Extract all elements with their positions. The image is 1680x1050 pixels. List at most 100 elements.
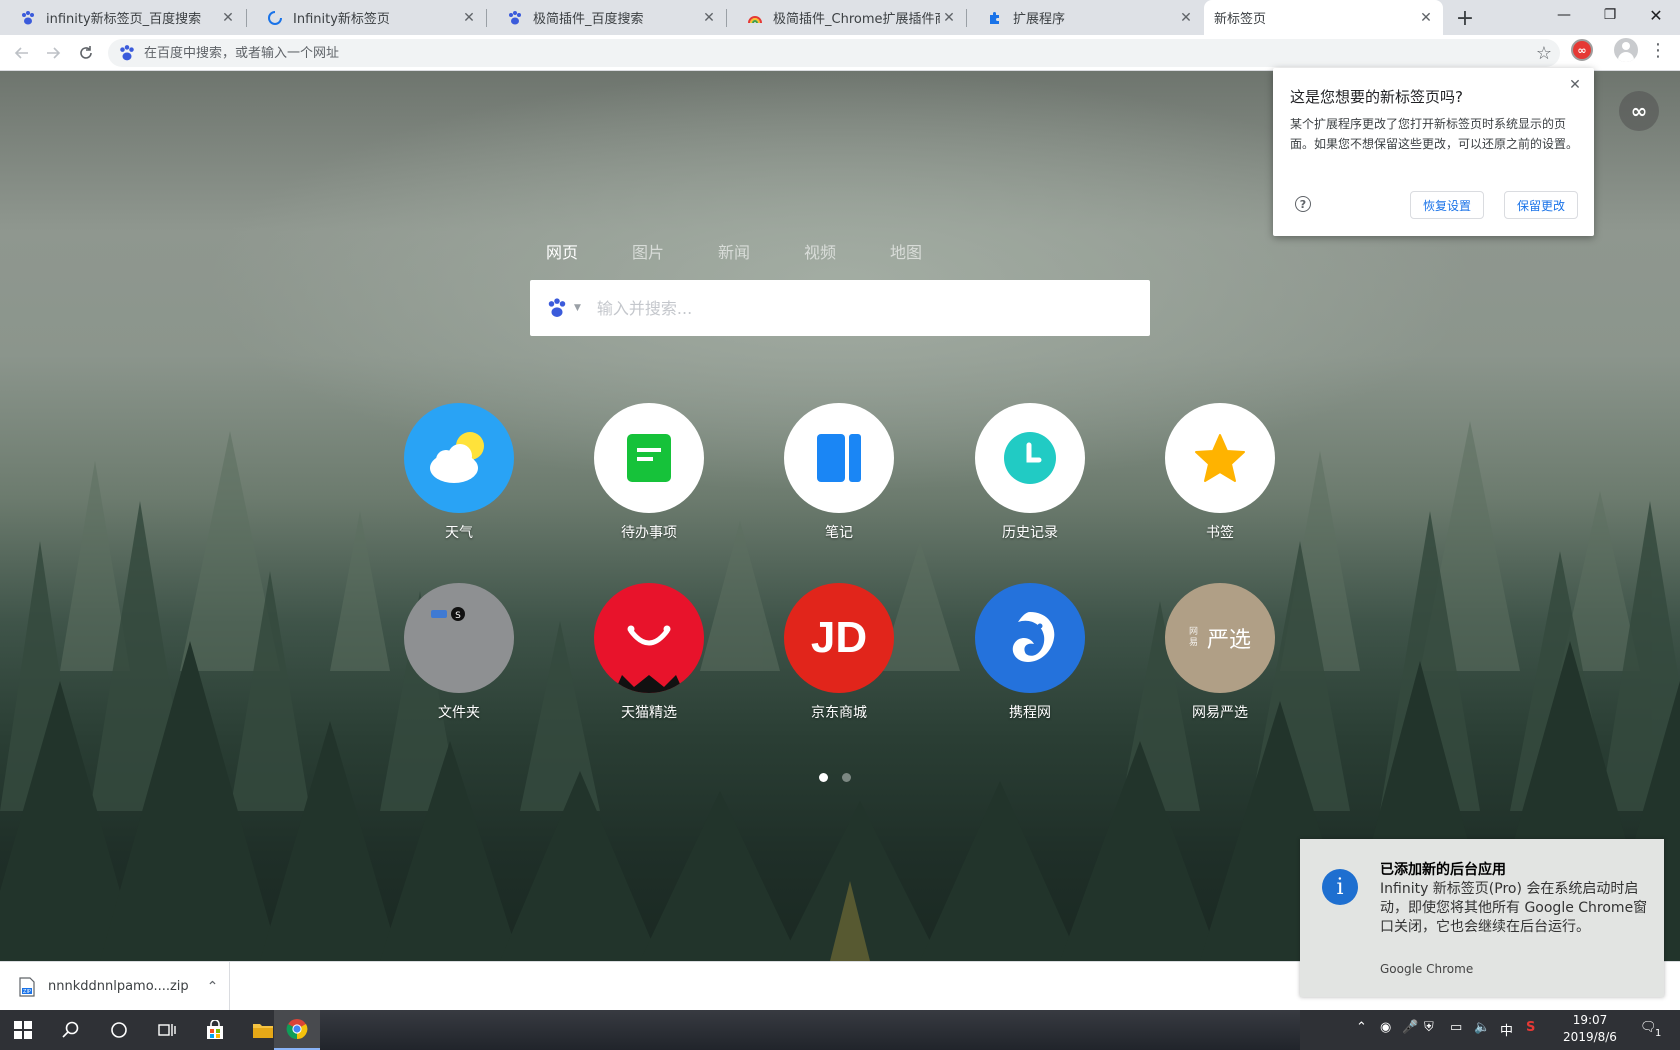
- close-icon[interactable]: ✕: [700, 9, 718, 27]
- start-button[interactable]: [0, 1010, 46, 1050]
- task-view-button[interactable]: [144, 1010, 190, 1050]
- app-ctrip[interactable]: 携程网: [975, 583, 1085, 723]
- svg-text:ZIP: ZIP: [23, 989, 31, 995]
- yanxuan-small-text: 网易: [1188, 627, 1198, 648]
- chrome-menu-icon[interactable]: ⋮: [1648, 40, 1668, 61]
- store-bag-icon: [207, 1020, 223, 1039]
- app-tmall[interactable]: 天猫精选: [594, 583, 704, 723]
- tab-title: infinity新标签页_百度搜索: [46, 12, 202, 27]
- tab-title: 极简插件_百度搜索: [533, 12, 644, 27]
- extension-change-popup: 这是您想要的新标签页吗? ✕ 某个扩展程序更改了您打开新标签页时系统显示的页面。…: [1273, 68, 1594, 236]
- reload-button[interactable]: [72, 39, 100, 67]
- page-dot-1[interactable]: [819, 773, 828, 782]
- tab-title: Infinity新标签页: [293, 12, 390, 27]
- app-label: 天气: [445, 525, 473, 541]
- app-todo[interactable]: 待办事项: [594, 403, 704, 543]
- yanxuan-logo-text: 严选: [1206, 628, 1251, 653]
- engine-dropdown-icon[interactable]: ▼: [574, 303, 581, 313]
- search-taskbar-button[interactable]: [48, 1010, 94, 1050]
- app-label: 历史记录: [1002, 525, 1058, 541]
- keep-changes-button[interactable]: 保留更改: [1504, 191, 1579, 219]
- app-bookmarks[interactable]: 书签: [1165, 403, 1275, 543]
- tmall-icon: [594, 583, 704, 693]
- close-icon[interactable]: ✕: [460, 9, 478, 27]
- app-label: 京东商城: [811, 705, 867, 721]
- cortana-button[interactable]: [96, 1010, 142, 1050]
- restore-settings-button[interactable]: 恢复设置: [1410, 191, 1485, 219]
- tab-title: 极简插件_Chrome扩展插件商店: [773, 12, 940, 27]
- history-clock-icon: [975, 403, 1085, 513]
- new-tab-button[interactable]: +: [1452, 5, 1478, 31]
- app-jd[interactable]: JD 京东商城: [784, 583, 894, 723]
- infinity-menu-button[interactable]: ∞: [1619, 91, 1659, 131]
- tab-baidu-jijian[interactable]: 极简插件_百度搜索 ✕: [487, 0, 726, 35]
- search-tab-video[interactable]: 视频: [804, 239, 836, 263]
- app-label: 笔记: [825, 525, 853, 541]
- search-box: ▼: [530, 280, 1150, 336]
- chevron-up-icon[interactable]: ⌃: [1356, 1020, 1367, 1035]
- tab-jijian-store[interactable]: 极简插件_Chrome扩展插件商店 ✕: [727, 0, 966, 35]
- tab-baidu-infinity[interactable]: infinity新标签页_百度搜索 ✕: [0, 0, 245, 35]
- popup-body: 某个扩展程序更改了您打开新标签页时系统显示的页面。如果您不想保留这些更改，可以还…: [1290, 117, 1579, 151]
- profile-avatar[interactable]: [1614, 38, 1638, 62]
- app-label: 文件夹: [438, 705, 480, 721]
- address-bar[interactable]: ☆: [108, 39, 1560, 67]
- close-icon[interactable]: ✕: [1177, 9, 1195, 27]
- ctrip-dolphin-icon: [975, 583, 1085, 693]
- windows-notification[interactable]: i 已添加新的后台应用 Infinity 新标签页(Pro) 会在系统启动时启动…: [1300, 839, 1664, 997]
- sogou-ime-icon[interactable]: S: [1526, 1020, 1535, 1035]
- volume-icon[interactable]: 🔈: [1474, 1020, 1490, 1035]
- bookmark-star-icon[interactable]: ☆: [1536, 43, 1552, 64]
- search-input[interactable]: [596, 298, 1097, 318]
- download-item[interactable]: ZIP nnnkddnnlpamo....zip ⌃: [0, 962, 230, 1011]
- system-clock[interactable]: 19:07 2019/8/6: [1560, 1012, 1620, 1046]
- search-tab-images[interactable]: 图片: [632, 239, 664, 263]
- baidu-paw-icon[interactable]: [546, 297, 568, 319]
- address-input[interactable]: [144, 45, 1444, 61]
- close-icon[interactable]: ✕: [219, 9, 237, 27]
- close-icon[interactable]: ✕: [1417, 9, 1435, 27]
- microphone-icon[interactable]: 🎤: [1402, 1020, 1418, 1035]
- forward-button[interactable]: [39, 39, 67, 67]
- todo-icon: [594, 403, 704, 513]
- minimize-button[interactable]: —: [1541, 0, 1587, 30]
- restore-button[interactable]: ❐: [1587, 0, 1633, 30]
- infinity-extension-icon[interactable]: ∞: [1571, 39, 1593, 61]
- app-yanxuan[interactable]: 网易 严选 网易严选: [1165, 583, 1275, 723]
- notification-title: 已添加新的后台应用: [1380, 862, 1506, 878]
- close-icon[interactable]: ✕: [1566, 76, 1584, 94]
- app-history[interactable]: 历史记录: [975, 403, 1085, 543]
- tab-newtab[interactable]: 新标签页 ✕: [1204, 0, 1443, 35]
- security-shield-icon[interactable]: ⛨: [1424, 1020, 1434, 1035]
- reload-icon: [80, 46, 92, 59]
- ime-indicator[interactable]: 中: [1500, 1020, 1513, 1039]
- popup-title: 这是您想要的新标签页吗?: [1290, 88, 1463, 106]
- app-folder[interactable]: S 文件夹: [404, 583, 514, 723]
- note-icon: [784, 403, 894, 513]
- page-dot-2[interactable]: [842, 773, 851, 782]
- network-icon[interactable]: ▭: [1450, 1020, 1462, 1035]
- search-tab-news[interactable]: 新闻: [718, 239, 750, 263]
- windows-taskbar: ⌃ ◉ 🎤 ⛨ ▭ 🔈 中 S 19:07 2019/8/6 🗨 1: [0, 1010, 1680, 1050]
- tab-infinity[interactable]: Infinity新标签页 ✕: [247, 0, 486, 35]
- app-notes[interactable]: 笔记: [784, 403, 894, 543]
- chrome-tray-icon[interactable]: ◉: [1380, 1020, 1391, 1035]
- chrome-taskbar-button[interactable]: [274, 1010, 320, 1050]
- app-label: 书签: [1206, 525, 1234, 541]
- chevron-up-icon[interactable]: ⌃: [207, 979, 219, 995]
- search-tab-map[interactable]: 地图: [890, 239, 922, 263]
- back-button[interactable]: [8, 39, 36, 67]
- clock-time: 19:07: [1572, 1013, 1608, 1027]
- search-icon: [62, 1021, 79, 1038]
- app-weather[interactable]: 天气: [404, 403, 514, 543]
- tab-extensions[interactable]: 扩展程序 ✕: [967, 0, 1203, 35]
- bookmark-star-icon: [1165, 403, 1275, 513]
- store-button[interactable]: [192, 1010, 238, 1050]
- svg-text:S: S: [455, 611, 461, 621]
- close-icon[interactable]: ✕: [940, 9, 958, 27]
- jd-icon: JD: [784, 583, 894, 693]
- window-close-button[interactable]: ✕: [1633, 0, 1679, 30]
- tab-title: 新标签页: [1214, 12, 1267, 27]
- help-icon[interactable]: ?: [1295, 196, 1311, 212]
- search-tab-web[interactable]: 网页: [546, 239, 578, 263]
